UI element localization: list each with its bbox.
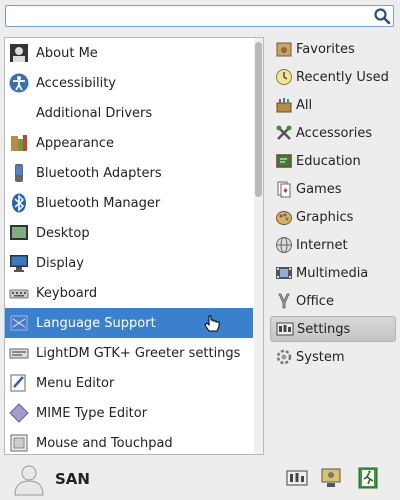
internet-icon — [275, 236, 293, 254]
mouse-icon — [9, 433, 29, 453]
education-icon — [275, 152, 293, 170]
app-item-menu-editor[interactable]: Menu Editor — [5, 368, 253, 398]
category-system[interactable]: System — [270, 344, 396, 370]
category-recently-used[interactable]: Recently Used — [270, 64, 396, 90]
app-label: Menu Editor — [36, 375, 115, 391]
clock-icon — [275, 68, 293, 86]
category-label: All — [296, 97, 313, 113]
app-item-additional-drivers[interactable]: Additional Drivers — [5, 98, 253, 128]
app-item-mouse-and-touchpad[interactable]: Mouse and Touchpad — [5, 428, 253, 454]
app-label: About Me — [36, 45, 98, 61]
app-item-bluetooth-adapters[interactable]: Bluetooth Adapters — [5, 158, 253, 188]
lock-screen-button[interactable] — [320, 467, 342, 489]
app-label: MIME Type Editor — [36, 405, 148, 421]
search-icon[interactable] — [373, 7, 391, 25]
application-list: About Me Accessibility Additional Driver… — [4, 37, 264, 455]
app-item-mime-type-editor[interactable]: MIME Type Editor — [5, 398, 253, 428]
system-icon — [275, 348, 293, 366]
category-settings[interactable]: Settings — [270, 316, 396, 342]
desktop-icon — [9, 223, 29, 243]
keyboard-icon — [9, 283, 29, 303]
app-item-desktop[interactable]: Desktop — [5, 218, 253, 248]
category-label: Office — [296, 293, 334, 309]
app-item-appearance[interactable]: Appearance — [5, 128, 253, 158]
app-label: Bluetooth Manager — [36, 195, 161, 211]
category-label: Graphics — [296, 209, 354, 225]
favorites-icon — [275, 40, 293, 58]
category-all[interactable]: All — [270, 92, 396, 118]
category-favorites[interactable]: Favorites — [270, 36, 396, 62]
app-item-display[interactable]: Display — [5, 248, 253, 278]
app-item-lightdm-greeter[interactable]: LightDM GTK+ Greeter settings — [5, 338, 253, 368]
display-icon — [9, 253, 29, 273]
graphics-icon — [275, 208, 293, 226]
avatar[interactable] — [12, 462, 46, 496]
category-label: Multimedia — [296, 265, 369, 281]
category-label: Settings — [297, 321, 351, 337]
multimedia-icon — [275, 264, 293, 282]
about-me-icon — [9, 43, 29, 63]
app-label: Display — [36, 255, 84, 271]
bottom-bar: SAN — [0, 458, 400, 500]
bluetooth-icon — [9, 193, 29, 213]
app-label: Accessibility — [36, 75, 116, 91]
category-multimedia[interactable]: Multimedia — [270, 260, 396, 286]
app-label: Bluetooth Adapters — [36, 165, 162, 181]
all-icon — [275, 96, 293, 114]
category-accessories[interactable]: Accessories — [270, 120, 396, 146]
category-education[interactable]: Education — [270, 148, 396, 174]
app-item-keyboard[interactable]: Keyboard — [5, 278, 253, 308]
games-icon — [275, 180, 293, 198]
app-label: Additional Drivers — [36, 105, 153, 121]
user-name: SAN — [55, 470, 90, 488]
accessibility-icon — [9, 73, 29, 93]
app-label: Language Support — [36, 315, 156, 331]
mime-icon — [9, 403, 29, 423]
category-label: Games — [296, 181, 342, 197]
app-list-scrollbar[interactable] — [254, 38, 263, 454]
scrollbar-thumb[interactable] — [255, 42, 262, 197]
settings-manager-button[interactable] — [286, 467, 308, 489]
office-icon — [275, 292, 293, 310]
category-label: Education — [296, 153, 361, 169]
app-item-language-support[interactable]: Language Support — [5, 308, 253, 338]
app-item-about-me[interactable]: About Me — [5, 38, 253, 68]
category-graphics[interactable]: Graphics — [270, 204, 396, 230]
app-label: Keyboard — [36, 285, 98, 301]
app-label: Appearance — [36, 135, 115, 151]
category-label: Recently Used — [296, 69, 389, 85]
category-label: System — [296, 349, 345, 365]
bluetooth-adapters-icon — [9, 163, 29, 183]
greeter-icon — [9, 343, 29, 363]
settings-icon — [276, 320, 294, 338]
app-item-accessibility[interactable]: Accessibility — [5, 68, 253, 98]
app-label: Desktop — [36, 225, 90, 241]
category-label: Favorites — [296, 41, 355, 57]
category-label: Accessories — [296, 125, 373, 141]
app-label: LightDM GTK+ Greeter settings — [36, 345, 241, 361]
flag-icon — [9, 313, 29, 333]
accessories-icon — [275, 124, 293, 142]
category-games[interactable]: Games — [270, 176, 396, 202]
appearance-icon — [9, 133, 29, 153]
category-internet[interactable]: Internet — [270, 232, 396, 258]
menu-editor-icon — [9, 373, 29, 393]
category-office[interactable]: Office — [270, 288, 396, 314]
app-label: Mouse and Touchpad — [36, 435, 173, 451]
logout-button[interactable] — [357, 467, 379, 489]
category-label: Internet — [296, 237, 348, 253]
search-input[interactable] — [6, 6, 374, 26]
search-box[interactable] — [5, 5, 394, 27]
hand-cursor-icon — [203, 314, 221, 338]
app-item-bluetooth-manager[interactable]: Bluetooth Manager — [5, 188, 253, 218]
